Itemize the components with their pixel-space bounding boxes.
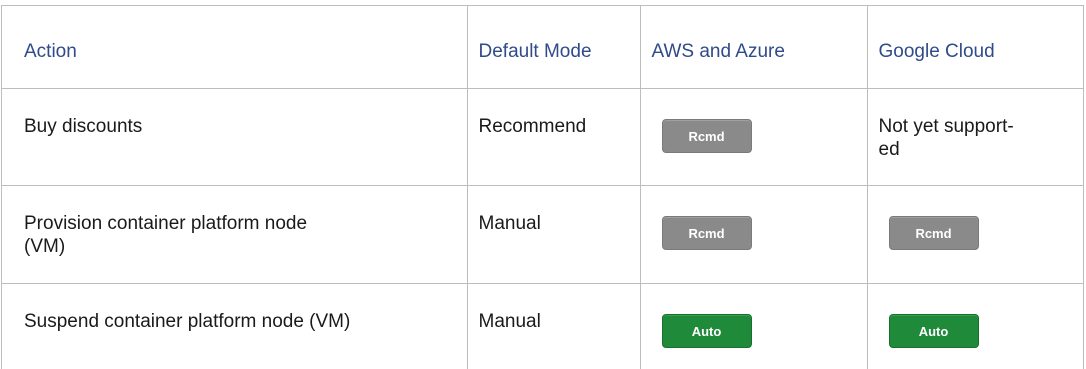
action-line2: (VM)	[24, 235, 66, 257]
table-row: Provision container platform node (VM) M…	[2, 185, 1083, 284]
default-mode-cell: Manual	[466, 283, 640, 369]
aws-azure-cell: Rcmd	[639, 88, 867, 186]
actions-table-container: Action Default Mode AWS and Azure Google…	[1, 5, 1084, 369]
header-google-cloud: Google Cloud	[866, 6, 1083, 89]
rcmd-badge: Rcmd	[661, 215, 752, 250]
aws-azure-cell: Rcmd	[639, 185, 867, 284]
not-supported-line1: Not yet support-	[878, 115, 1014, 137]
default-mode-cell: Recommend	[466, 88, 640, 186]
google-cloud-cell: Auto	[866, 283, 1083, 369]
table-header-row: Action Default Mode AWS and Azure Google…	[2, 6, 1083, 89]
action-line1: Provision container platform node	[24, 212, 308, 234]
table-row: Suspend container platform node (VM) Man…	[2, 283, 1083, 369]
rcmd-badge: Rcmd	[661, 118, 752, 153]
header-aws-azure: AWS and Azure	[639, 6, 867, 89]
rcmd-badge: Rcmd	[888, 215, 979, 250]
action-cell: Provision container platform node (VM)	[2, 185, 467, 284]
google-cloud-cell: Rcmd	[866, 185, 1083, 284]
default-mode-cell: Manual	[466, 185, 640, 284]
header-default-mode: Default Mode	[466, 6, 640, 89]
action-cell: Buy discounts	[2, 88, 467, 186]
google-cloud-cell: Not yet support- ed	[866, 88, 1083, 186]
aws-azure-cell: Auto	[639, 283, 867, 369]
action-cell: Suspend container platform node (VM)	[24, 310, 351, 332]
cloud-actions-table: Action Default Mode AWS and Azure Google…	[2, 6, 1083, 369]
auto-badge: Auto	[661, 313, 752, 348]
auto-badge: Auto	[888, 313, 979, 348]
not-supported-line2: ed	[878, 138, 900, 160]
table-row: Buy discounts Recommend Rcmd Not yet sup…	[2, 88, 1083, 186]
header-action: Action	[2, 6, 467, 89]
